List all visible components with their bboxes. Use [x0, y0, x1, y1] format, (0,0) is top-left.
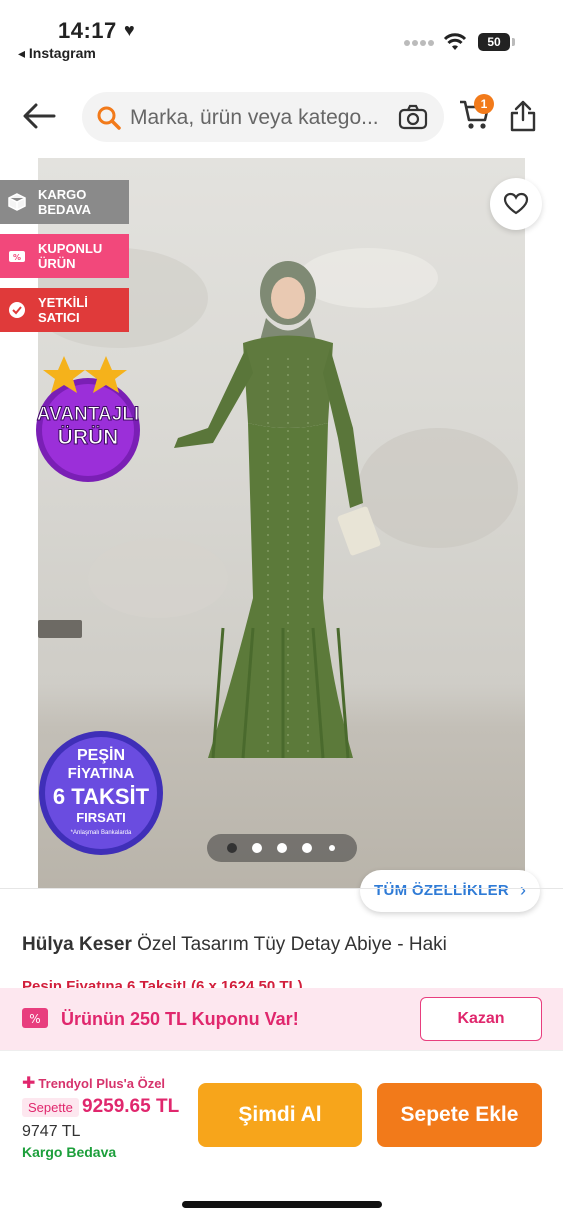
plus-exclusive-label: ✚ Trendyol Plus'a Özel	[22, 1075, 166, 1092]
carousel-dot-more[interactable]	[329, 845, 335, 851]
battery-icon: 50	[478, 33, 510, 51]
verified-seal-icon	[9, 302, 25, 318]
chevron-right-icon: ›	[520, 880, 527, 900]
coupon-text: Ürünün 250 TL Kuponu Var!	[61, 1009, 299, 1029]
free-shipping-tag: KARGO BEDAVA	[0, 180, 129, 224]
carousel-dot-3[interactable]	[277, 843, 287, 853]
product-title: Hülya Keser Özel Tasarım Tüy Detay Abiye…	[22, 934, 447, 956]
box-icon	[8, 193, 26, 211]
search-header: Marka, ürün veya katego... 1	[0, 72, 563, 156]
svg-text:%: %	[13, 253, 21, 262]
all-features-button[interactable]: TÜM ÖZELLİKLER ›	[360, 870, 540, 912]
back-arrow-icon[interactable]	[20, 100, 60, 132]
in-cart-price: 9259.65 TL	[82, 1096, 180, 1117]
purchase-bar: ✚ Trendyol Plus'a Özel Sepette 9259.65 TL…	[0, 1050, 563, 1220]
battery-tip	[512, 38, 515, 46]
carousel-dot-1[interactable]	[227, 843, 237, 853]
svg-text:FİYATINA: FİYATINA	[68, 765, 135, 782]
coupon-icon: %	[22, 1008, 48, 1028]
advantageous-product-badge: AVANTAJLI ÜRÜN	[36, 356, 140, 482]
svg-text:%: %	[29, 1012, 40, 1026]
back-to-instagram-link[interactable]: ◂ Instagram	[18, 45, 96, 62]
heart-icon	[503, 192, 529, 215]
free-shipping-text: KARGO BEDAVA	[38, 187, 91, 217]
carousel-pagination[interactable]	[207, 834, 357, 862]
carousel-dot-2[interactable]	[252, 843, 262, 853]
svg-text:*Anlaşmalı Bankalarda: *Anlaşmalı Bankalarda	[71, 830, 132, 836]
svg-text:6 TAKSİT: 6 TAKSİT	[53, 784, 150, 809]
svg-text:ÜRÜN: ÜRÜN	[58, 426, 119, 449]
search-placeholder: Marka, ürün veya katego...	[130, 106, 379, 129]
carousel-dot-4[interactable]	[302, 843, 312, 853]
heart-status-icon: ♥	[124, 20, 135, 40]
all-features-label: TÜM ÖZELLİKLER	[374, 882, 510, 899]
authorized-seller-tag: YETKİLİ SATICI	[0, 288, 129, 332]
add-to-cart-button[interactable]: Sepete Ekle	[377, 1083, 542, 1147]
product-image-carousel[interactable]: KARGO BEDAVA % KUPONLU ÜRÜN YETKİLİ SATICI …	[0, 158, 563, 888]
svg-text:AVANTAJLI: AVANTAJLI	[37, 404, 139, 425]
original-price: 9747 TL	[22, 1123, 81, 1140]
clock: 14:17	[58, 18, 117, 43]
claim-coupon-button[interactable]: Kazan	[420, 997, 542, 1041]
divider	[0, 888, 563, 889]
authorized-seller-text: YETKİLİ SATICI	[38, 295, 88, 325]
svg-text:PEŞİN: PEŞİN	[77, 746, 125, 764]
free-shipping-label: Kargo Bedava	[22, 1144, 117, 1160]
coupon-ticket-icon: %	[9, 251, 25, 262]
plus-icon: ✚	[22, 1075, 36, 1092]
search-input[interactable]: Marka, ürün veya katego...	[82, 92, 444, 142]
installment-promo-text: Peşin Fiyatına 6 Taksit! (6 x 1624,50 TL…	[22, 978, 303, 988]
search-icon	[97, 106, 121, 130]
wifi-icon	[443, 33, 467, 50]
installment-offer-badge: PEŞİN FİYATINA 6 TAKSİT FIRSATI *Anlaşma…	[39, 731, 163, 855]
coupon-banner: % Ürünün 250 TL Kuponu Var! Kazan	[0, 988, 563, 1050]
in-cart-tag: Sepette	[22, 1098, 79, 1117]
svg-text:FIRSATI: FIRSATI	[76, 810, 126, 825]
brand-name[interactable]: Hülya Keser	[22, 934, 132, 955]
share-icon[interactable]	[510, 100, 536, 132]
home-indicator[interactable]	[182, 1201, 382, 1208]
camera-search-icon[interactable]	[398, 104, 428, 130]
coupon-product-tag: % KUPONLU ÜRÜN	[0, 234, 129, 278]
favorite-button[interactable]	[490, 178, 542, 230]
buy-now-button[interactable]: Şimdi Al	[198, 1083, 362, 1147]
cellular-signal-icon	[404, 40, 434, 46]
product-name: Özel Tasarım Tüy Detay Abiye - Haki	[131, 934, 447, 955]
status-bar: 14:17 ♥ ◂ Instagram 50	[0, 0, 563, 72]
coupon-product-text: KUPONLU ÜRÜN	[38, 241, 103, 271]
cart-count-badge: 1	[474, 94, 494, 114]
